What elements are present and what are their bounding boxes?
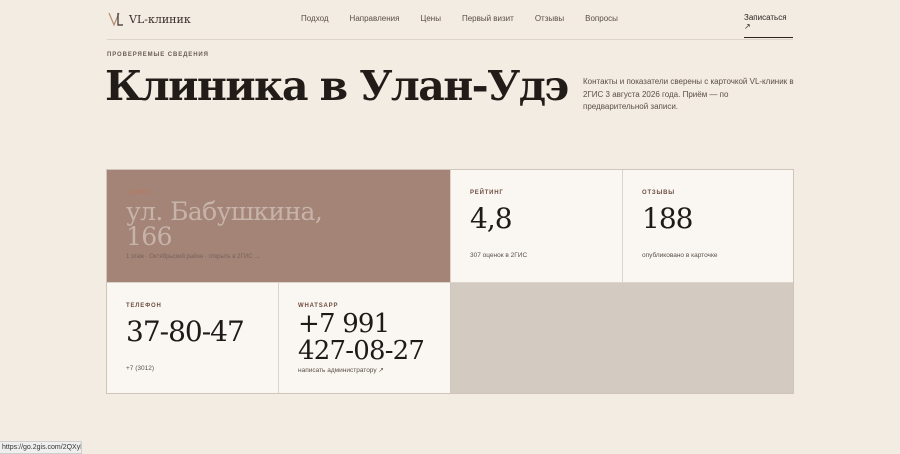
phone-label: Телефон <box>126 303 162 309</box>
page-title: Клиника в Улан-Удэ <box>105 62 569 110</box>
main-nav: Подход Направления Цены Первый визит Отз… <box>301 14 639 23</box>
nav-link-approach[interactable]: Подход <box>301 14 329 23</box>
book-appointment-link[interactable]: Записаться ↗ <box>744 13 793 38</box>
map-placeholder <box>450 282 793 393</box>
reviews-note: опубликовано в карточке <box>642 252 718 259</box>
site-header: VL-клиник Подход Направления Цены Первый… <box>107 0 793 40</box>
phone-value[interactable]: 37-80-47 <box>126 318 245 346</box>
address-note-link[interactable]: 1 этаж · Октябрьский район · открыть в 2… <box>126 254 260 260</box>
reviews-value: 188 <box>642 202 693 235</box>
intro-text: Контакты и показатели сверены с карточко… <box>583 77 794 111</box>
nav-link-reviews[interactable]: Отзывы <box>535 14 564 23</box>
nav-link-faq[interactable]: Вопросы <box>585 14 618 23</box>
address-value: ул. Бабушкина, 166 <box>126 197 323 251</box>
phone-code: +7 (3012) <box>126 365 155 372</box>
rating-value: 4,8 <box>470 202 513 235</box>
rating-label: Рейтинг <box>470 190 504 196</box>
logo-mark-icon <box>108 12 123 27</box>
whatsapp-value[interactable]: +7 991 427-08-27 <box>298 311 448 365</box>
address-tile[interactable]: Адрес ул. Бабушкина, 166 1 этаж · Октябр… <box>107 170 450 282</box>
reviews-label: Отзывы <box>642 190 675 196</box>
phone-tile[interactable]: Телефон 37-80-47 +7 (3012) <box>107 282 278 393</box>
logo-text: VL-клиник <box>129 12 191 26</box>
rating-tile: Рейтинг 4,8 307 оценок в 2ГИС <box>450 170 622 282</box>
nav-link-directions[interactable]: Направления <box>350 14 400 23</box>
browser-status-url: https://go.2gis.com/2QXyh <box>0 441 82 454</box>
rating-note: 307 оценок в 2ГИС <box>470 252 528 259</box>
whatsapp-note-link[interactable]: написать администратору ↗ <box>298 366 384 374</box>
nav-link-prices[interactable]: Цены <box>420 14 441 23</box>
nav-link-first-visit[interactable]: Первый визит <box>462 14 514 23</box>
logo[interactable]: VL-клиник <box>107 10 191 28</box>
facts-grid: Адрес ул. Бабушкина, 166 1 этаж · Октябр… <box>106 169 794 394</box>
reviews-tile: Отзывы 188 опубликовано в карточке <box>622 170 793 282</box>
whatsapp-tile[interactable]: WhatsApp +7 991 427-08-27 написать админ… <box>278 282 450 393</box>
address-label: Адрес <box>126 190 152 196</box>
section-eyebrow: Проверяемые сведения <box>107 52 209 58</box>
